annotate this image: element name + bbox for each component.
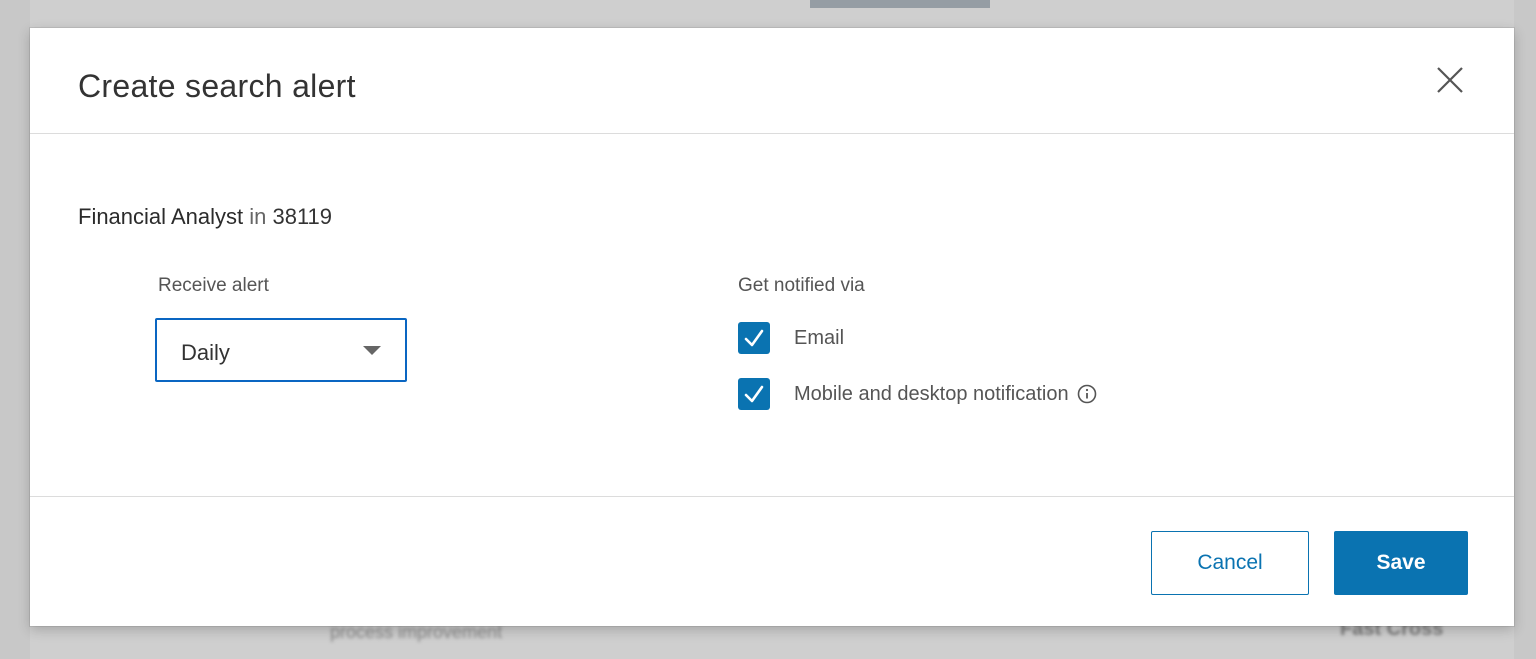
receive-alert-frequency-select[interactable]: Daily xyxy=(155,318,407,382)
mobile-desktop-checkbox[interactable] xyxy=(738,378,770,410)
backdrop-left-edge xyxy=(0,0,30,659)
info-icon[interactable] xyxy=(1077,384,1097,404)
email-option[interactable]: Email xyxy=(738,322,844,354)
notify-via-label: Get notified via xyxy=(738,275,865,296)
dialog-body: Financial Analyst in 38119 Receive alert… xyxy=(30,134,1514,497)
cancel-button[interactable]: Cancel xyxy=(1151,531,1309,595)
dialog-title: Create search alert xyxy=(78,68,356,104)
dialog-footer: Cancel Save xyxy=(30,497,1514,626)
search-keyword: Financial Analyst xyxy=(78,204,244,229)
email-checkbox[interactable] xyxy=(738,322,770,354)
mobile-desktop-option-label: Mobile and desktop notification xyxy=(794,383,1097,406)
mobile-desktop-label-text: Mobile and desktop notification xyxy=(794,382,1069,405)
create-search-alert-dialog: Create search alert Financial Analyst in… xyxy=(30,28,1514,626)
close-icon xyxy=(1437,67,1463,93)
backdrop-right-edge xyxy=(1514,0,1536,659)
receive-alert-label: Receive alert xyxy=(158,275,269,296)
dialog-header: Create search alert xyxy=(30,28,1514,134)
save-button[interactable]: Save xyxy=(1334,531,1468,595)
backdrop-top-bar xyxy=(810,0,990,8)
checkmark-icon xyxy=(744,329,764,347)
search-location: 38119 xyxy=(272,204,333,229)
search-separator: in xyxy=(249,204,267,229)
checkmark-icon xyxy=(744,385,764,403)
email-option-label: Email xyxy=(794,326,845,349)
chevron-down-icon xyxy=(363,346,381,355)
close-button[interactable] xyxy=(1430,60,1470,100)
receive-alert-selected-value: Daily xyxy=(181,340,230,365)
search-summary: Financial Analyst in 38119 xyxy=(78,204,332,230)
mobile-desktop-option[interactable]: Mobile and desktop notification xyxy=(738,378,1097,410)
